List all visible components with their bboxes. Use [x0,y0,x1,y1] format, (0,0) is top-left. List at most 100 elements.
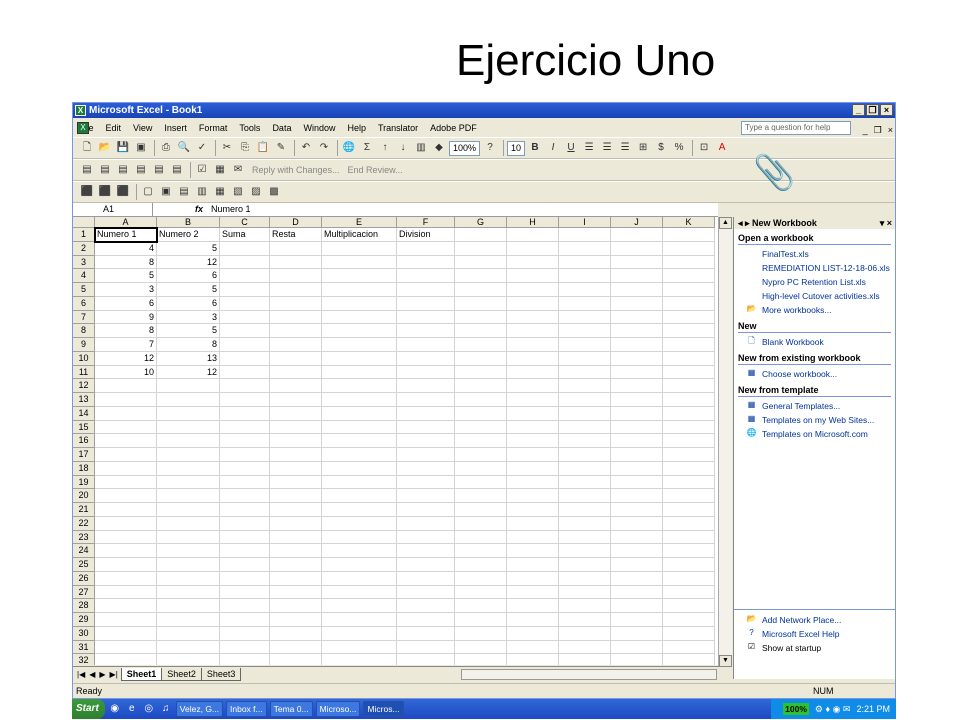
cell-g25[interactable] [455,558,507,572]
cut-icon[interactable]: ✂ [219,140,235,156]
cell-c13[interactable] [220,393,270,407]
cell-f10[interactable] [397,351,455,366]
cell-g2[interactable] [455,241,507,256]
tool-icon-4[interactable]: ▥ [194,184,210,200]
cell-d11[interactable] [270,365,322,380]
task-inbox[interactable]: Inbox f... [226,701,267,717]
row-header-1[interactable]: 1 [73,228,95,242]
cell-b23[interactable] [157,530,220,545]
cell-b20[interactable] [157,489,220,503]
row-header-4[interactable]: 4 [73,269,95,283]
cell-k28[interactable] [663,599,715,613]
cell-k22[interactable] [663,516,715,531]
row-header-18[interactable]: 18 [73,461,95,476]
cell-e21[interactable] [322,503,397,517]
cell-f5[interactable] [397,283,455,297]
cell-k25[interactable] [663,558,715,572]
cell-i7[interactable] [559,310,611,325]
cell-k6[interactable] [663,296,715,311]
cell-g17[interactable] [455,448,507,462]
quicklaunch-icon-3[interactable]: ◎ [142,702,156,716]
cell-f28[interactable] [397,599,455,613]
cell-c1[interactable]: Suma [220,228,270,242]
cell-h13[interactable] [507,393,559,407]
cell-f14[interactable] [397,406,455,421]
cell-k2[interactable] [663,241,715,256]
checkbox-checked-icon[interactable]: ☑ [746,642,757,652]
column-header-g[interactable]: G [455,217,507,228]
cell-k10[interactable] [663,351,715,366]
cell-j11[interactable] [611,365,663,380]
cell-k3[interactable] [663,255,715,270]
cell-k13[interactable] [663,393,715,407]
cell-g30[interactable] [455,626,507,641]
menu-window[interactable]: Window [297,119,341,137]
cell-b12[interactable] [157,379,220,393]
cell-f6[interactable] [397,296,455,311]
cell-c3[interactable] [220,255,270,270]
row-header-19[interactable]: 19 [73,475,95,490]
cell-a6[interactable]: 6 [95,296,157,311]
cell-g4[interactable] [455,269,507,283]
cell-c9[interactable] [220,338,270,352]
cell-e1[interactable]: Multiplicacion [322,228,397,242]
cell-e16[interactable] [322,434,397,448]
cell-k29[interactable] [663,613,715,627]
cell-b14[interactable] [157,406,220,421]
cell-g1[interactable] [455,228,507,242]
cell-e28[interactable] [322,599,397,613]
cell-e11[interactable] [322,365,397,380]
cell-h31[interactable] [507,640,559,655]
zoom-select[interactable]: 100% [449,140,481,156]
pane-close-icon[interactable]: ▾ × [880,217,892,229]
cell-j27[interactable] [611,585,663,600]
cell-a26[interactable] [95,571,157,586]
cell-c25[interactable] [220,558,270,572]
tab-sheet3[interactable]: Sheet3 [200,667,242,681]
cell-f25[interactable] [397,558,455,572]
cell-g8[interactable] [455,324,507,338]
cell-j31[interactable] [611,640,663,655]
cell-f2[interactable] [397,241,455,256]
cell-b28[interactable] [157,599,220,613]
show-at-startup-option[interactable]: ☑ Show at startup [734,641,895,655]
cell-i24[interactable] [559,544,611,558]
cell-j25[interactable] [611,558,663,572]
cell-k16[interactable] [663,434,715,448]
cell-i32[interactable] [559,654,611,665]
cell-c31[interactable] [220,640,270,655]
cell-h26[interactable] [507,571,559,586]
cell-j17[interactable] [611,448,663,462]
row-header-9[interactable]: 9 [73,338,95,352]
cell-d18[interactable] [270,461,322,476]
row-header-25[interactable]: 25 [73,558,95,572]
tool-icon-2[interactable]: ▣ [158,184,174,200]
currency-icon[interactable]: $ [653,140,669,156]
cell-g18[interactable] [455,461,507,476]
cell-j21[interactable] [611,503,663,517]
align-right-icon[interactable]: ☰ [617,140,633,156]
cell-g13[interactable] [455,393,507,407]
cell-h16[interactable] [507,434,559,448]
cell-b17[interactable] [157,448,220,462]
cell-a20[interactable] [95,489,157,503]
format-painter-icon[interactable]: ✎ [273,140,289,156]
cell-j12[interactable] [611,379,663,393]
cell-e13[interactable] [322,393,397,407]
cell-f21[interactable] [397,503,455,517]
cell-j7[interactable] [611,310,663,325]
cell-a2[interactable]: 4 [95,241,157,256]
cell-e5[interactable] [322,283,397,297]
cell-d4[interactable] [270,269,322,283]
cell-i16[interactable] [559,434,611,448]
cell-b10[interactable]: 13 [157,351,220,366]
menu-translator[interactable]: Translator [372,119,424,137]
cell-j20[interactable] [611,489,663,503]
cell-h24[interactable] [507,544,559,558]
column-header-j[interactable]: J [611,217,663,228]
cell-e26[interactable] [322,571,397,586]
cell-g19[interactable] [455,475,507,490]
cell-c11[interactable] [220,365,270,380]
cell-c8[interactable] [220,324,270,338]
chart-wizard-icon[interactable]: ▥ [413,140,429,156]
